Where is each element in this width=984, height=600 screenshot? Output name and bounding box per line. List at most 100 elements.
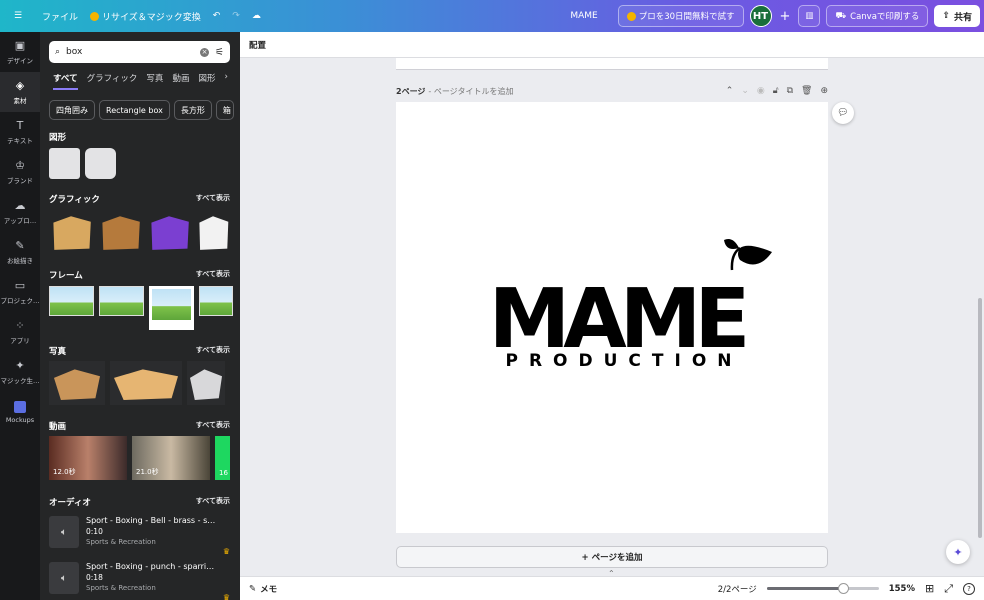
see-all-link[interactable]: すべて表示	[196, 496, 230, 508]
help-icon[interactable]: ?	[963, 582, 975, 595]
graphic-closed-box[interactable]	[53, 216, 91, 250]
add-collaborator-icon[interactable]: +	[778, 4, 793, 28]
rail-item-draw[interactable]: ✎ お絵描き	[0, 232, 40, 272]
rail-item-text[interactable]: T テキスト	[0, 112, 40, 152]
tab-graphics[interactable]: グラフィック	[87, 72, 138, 90]
rail-label: お絵描き	[7, 256, 33, 265]
insights-icon[interactable]: ▥	[798, 5, 821, 27]
redo-icon[interactable]: ↷	[226, 4, 246, 28]
see-all-link[interactable]: すべて表示	[196, 193, 230, 205]
frame-landscape[interactable]	[99, 286, 144, 316]
frame-perspective[interactable]	[199, 286, 233, 316]
frame-polaroid[interactable]	[149, 286, 194, 330]
tab-shapes[interactable]: 図形	[198, 72, 215, 90]
add-page-icon[interactable]: ⊕	[820, 86, 828, 96]
brand-icon: ♔	[15, 159, 25, 172]
position-button[interactable]: 配置	[249, 39, 266, 51]
mame-logo[interactable]: MAME PRODUCTION	[396, 102, 828, 533]
print-label: Canvaで印刷する	[850, 12, 920, 22]
print-button[interactable]: ⛟ Canvaで印刷する	[826, 5, 929, 27]
page-title-input[interactable]: - ページタイトルを追加	[428, 86, 513, 97]
elements-icon: ◈	[15, 79, 25, 92]
crown-icon: ♛	[222, 547, 230, 556]
rail-item-magic-media[interactable]: ✦ マジック生…	[0, 352, 40, 392]
photo-box[interactable]	[110, 361, 182, 405]
chip[interactable]: 長方形	[173, 100, 212, 120]
hamburger-icon[interactable]: ☰	[0, 4, 36, 28]
show-pages-handle[interactable]: ⌃	[608, 569, 615, 578]
filter-icon[interactable]: ⚟	[215, 47, 224, 58]
grid-view-icon[interactable]: ⊞	[925, 582, 934, 595]
rail-item-mockups[interactable]: Mockups	[0, 392, 40, 432]
shape-square[interactable]	[49, 148, 80, 179]
shape-rounded-square[interactable]	[85, 148, 116, 179]
graphic-outline-box[interactable]	[199, 216, 229, 250]
rail-label: マジック生…	[0, 376, 40, 385]
design-name[interactable]: MAME	[564, 4, 603, 28]
lock-icon[interactable]: 🔓︎	[773, 86, 779, 96]
magic-assistant-icon[interactable]: ✦	[946, 540, 970, 564]
chip[interactable]: 箱	[215, 100, 234, 120]
draw-icon: ✎	[15, 239, 25, 252]
comment-icon[interactable]: 💬︎	[832, 102, 854, 124]
chevron-up-icon[interactable]: ⌃	[726, 86, 734, 96]
chevron-down-icon[interactable]: ⌄	[741, 86, 749, 96]
rail-item-elements[interactable]: ◈ 素材	[0, 72, 40, 112]
panel-tabs: すべて グラフィック 写真 動画 図形 ›	[53, 72, 228, 90]
chip[interactable]: 四角囲み	[49, 100, 95, 120]
search-input[interactable]: box	[66, 47, 82, 57]
try-pro-button[interactable]: プロを30日間無料で試す	[617, 5, 744, 27]
audio-item[interactable]: 🔈︎ Sport - Boxing - Bell - brass - ster……	[49, 516, 230, 556]
graphic-open-box[interactable]	[102, 216, 140, 250]
graphic-gift-box[interactable]	[151, 216, 189, 250]
chevron-right-icon[interactable]: ›	[224, 72, 227, 90]
fullscreen-icon[interactable]: ⤢	[944, 582, 953, 596]
see-all-link[interactable]: すべて表示	[196, 269, 230, 281]
page-1-bottom[interactable]	[396, 58, 828, 70]
rail-item-apps[interactable]: ⁘ アプリ	[0, 312, 40, 352]
rail-item-uploads[interactable]: ☁ アップロ…	[0, 192, 40, 232]
box-image	[54, 369, 100, 400]
see-all-link[interactable]: すべて表示	[196, 420, 230, 432]
eye-icon[interactable]: ◉	[757, 86, 765, 96]
trash-icon[interactable]: 🗑︎	[801, 86, 812, 96]
search-field[interactable]: ⌕ box × ⚟	[49, 41, 230, 63]
video-thumb[interactable]: 21.0秒	[132, 436, 210, 480]
notes-button[interactable]: ✎ メモ	[249, 583, 277, 595]
video-thumb[interactable]: 16	[215, 436, 230, 480]
file-menu[interactable]: ファイル	[36, 4, 84, 28]
photo-box[interactable]	[49, 361, 105, 405]
section-title: フレーム	[49, 271, 83, 281]
tab-all[interactable]: すべて	[53, 72, 78, 90]
tab-videos[interactable]: 動画	[172, 72, 189, 90]
share-button[interactable]: ⇪ 共有	[934, 5, 980, 27]
add-page-button[interactable]: + ページを追加	[396, 546, 828, 568]
see-all-link[interactable]: すべて表示	[196, 345, 230, 357]
rail-label: Mockups	[5, 415, 35, 424]
frame-landscape[interactable]	[49, 286, 94, 316]
tab-photos[interactable]: 写真	[146, 72, 163, 90]
duplicate-icon[interactable]: ⧉	[787, 86, 793, 96]
vertical-scrollbar[interactable]	[978, 298, 982, 538]
rail-item-brand[interactable]: ♔ ブランド	[0, 152, 40, 192]
rail-item-projects[interactable]: ▭ プロジェク…	[0, 272, 40, 312]
chip[interactable]: Rectangle box	[99, 100, 170, 120]
avatar[interactable]: HT	[749, 5, 772, 27]
zoom-level[interactable]: 155%	[889, 584, 915, 594]
clear-search-icon[interactable]: ×	[200, 47, 210, 57]
section-audio: オーディオ すべて表示	[49, 496, 230, 508]
resize-button[interactable]: リサイズ＆マジック変換	[84, 4, 207, 28]
undo-icon[interactable]: ↶	[207, 4, 227, 28]
cloud-save-icon[interactable]: ☁	[246, 4, 267, 28]
zoom-slider[interactable]	[766, 583, 879, 594]
audio-item[interactable]: 🔈︎ Sport - Boxing - punch - sparring … 0…	[49, 562, 230, 600]
zoom-slider-fill	[766, 587, 843, 590]
mockups-icon	[14, 400, 26, 413]
design-page[interactable]: MAME PRODUCTION	[396, 102, 828, 533]
graphics-row	[49, 210, 230, 252]
video-thumb[interactable]: 12.0秒	[49, 436, 127, 480]
photo-box[interactable]	[187, 361, 225, 405]
page-counter[interactable]: 2/2ページ	[718, 583, 757, 595]
rail-item-design[interactable]: ▣ デザイン	[0, 32, 40, 72]
zoom-slider-knob[interactable]	[837, 583, 849, 594]
